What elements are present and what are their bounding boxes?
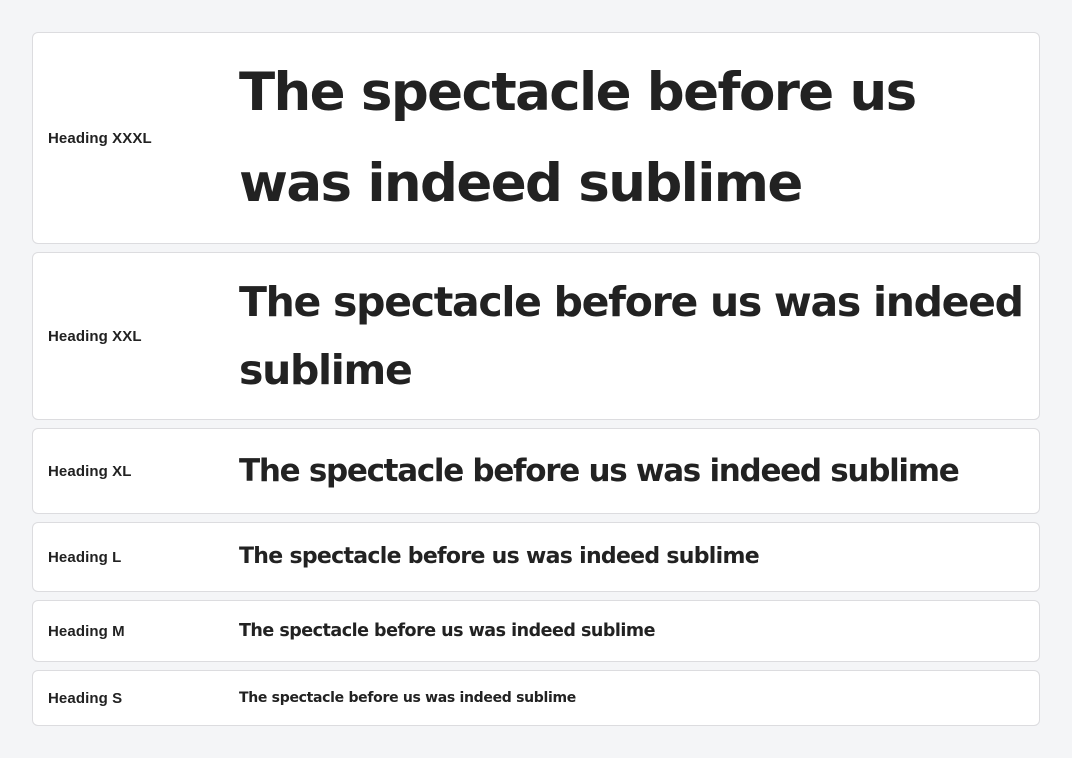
heading-label: Heading XXXL	[48, 129, 152, 147]
heading-sample-text: The spectacle before us was indeed subli…	[239, 544, 760, 569]
heading-label: Heading M	[48, 622, 125, 640]
heading-sample-text: The spectacle before us was indeed subli…	[239, 453, 960, 489]
heading-sample-text: The spectacle before us was indeed subli…	[239, 62, 917, 214]
heading-label: Heading S	[48, 689, 123, 707]
heading-sample-text: The spectacle before us was indeed subli…	[239, 278, 1024, 394]
heading-row-l: Heading L The spectacle before us was in…	[32, 522, 1040, 592]
heading-label: Heading L	[48, 548, 122, 566]
heading-row-m: Heading M The spectacle before us was in…	[32, 600, 1040, 662]
heading-sample-text: The spectacle before us was indeed subli…	[239, 621, 655, 641]
heading-row-xl: Heading XL The spectacle before us was i…	[32, 428, 1040, 514]
heading-row-s: Heading S The spectacle before us was in…	[32, 670, 1040, 726]
heading-label: Heading XL	[48, 462, 132, 480]
heading-row-xxxl: Heading XXXL The spectacle before us was…	[32, 32, 1040, 244]
heading-sample-text: The spectacle before us was indeed subli…	[239, 690, 576, 706]
heading-label: Heading XXL	[48, 327, 142, 345]
heading-row-xxl: Heading XXL The spectacle before us was …	[32, 252, 1040, 420]
heading-scale-list: Heading XXXL The spectacle before us was…	[32, 32, 1040, 726]
